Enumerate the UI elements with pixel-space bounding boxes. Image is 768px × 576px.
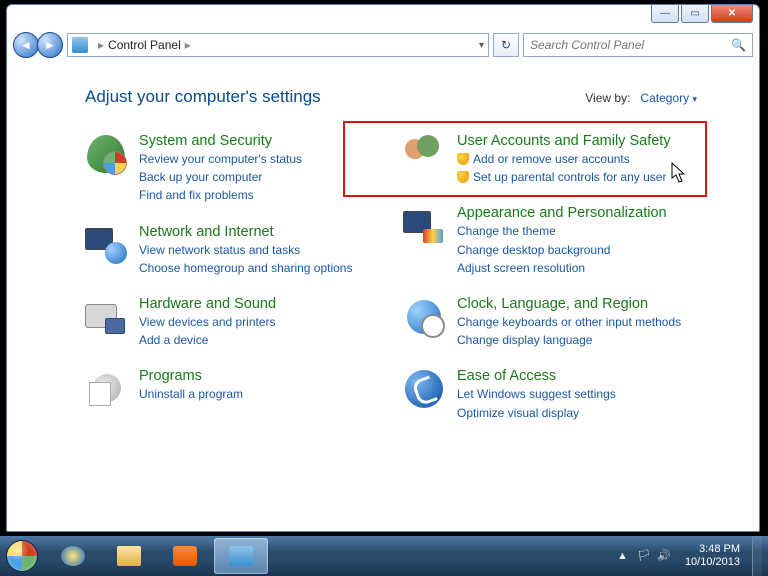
category-hw: Hardware and Sound View devices and print…: [85, 296, 379, 348]
category-sec: System and Security Review your computer'…: [85, 133, 379, 204]
category-link[interactable]: Add a device: [139, 332, 276, 348]
tray-icon[interactable]: ▲: [617, 550, 631, 564]
category-link[interactable]: Let Windows suggest settings: [457, 386, 616, 402]
clk-icon: [403, 296, 445, 338]
start-orb-icon: [6, 540, 38, 572]
category-appr: Appearance and Personalization Change the…: [403, 205, 697, 276]
category-title[interactable]: Ease of Access: [457, 368, 616, 384]
ie-icon: [61, 546, 85, 566]
right-column: User Accounts and Family Safety Add or re…: [403, 133, 697, 421]
clock-date: 10/10/2013: [685, 556, 740, 569]
search-icon: 🔍: [731, 38, 746, 52]
category-link[interactable]: Optimize visual display: [457, 405, 616, 421]
maximize-button[interactable]: ▭: [681, 5, 709, 23]
wmp-icon: [173, 546, 197, 566]
shield-icon: [457, 153, 469, 165]
back-button[interactable]: ◄: [13, 32, 39, 58]
search-box[interactable]: 🔍: [523, 33, 753, 57]
hw-icon: [85, 296, 127, 338]
category-title[interactable]: Appearance and Personalization: [457, 205, 667, 221]
category-link[interactable]: Add or remove user accounts: [457, 151, 671, 167]
taskbar-button-ie[interactable]: [46, 538, 100, 574]
window: — ▭ ✕ ◄ ► ▸ Control Panel ▸ ▾ ↻ 🔍 Adjust…: [6, 4, 760, 532]
close-button[interactable]: ✕: [711, 5, 753, 23]
taskbar-button-exp[interactable]: [102, 538, 156, 574]
breadcrumb-item[interactable]: Control Panel: [108, 38, 181, 52]
category-link[interactable]: Set up parental controls for any user: [457, 169, 671, 185]
category-title[interactable]: Hardware and Sound: [139, 296, 276, 312]
sec-icon: [85, 133, 127, 175]
taskbar-button-wmp[interactable]: [158, 538, 212, 574]
category-link[interactable]: Change display language: [457, 332, 681, 348]
forward-button[interactable]: ►: [37, 32, 63, 58]
control-panel-icon: [72, 37, 88, 53]
breadcrumb-sep: ▸: [185, 38, 191, 52]
taskbar-button-cp[interactable]: [214, 538, 268, 574]
category-link[interactable]: View network status and tasks: [139, 242, 352, 258]
category-prog: Programs Uninstall a program: [85, 368, 379, 410]
tray-icon[interactable]: 🏳: [637, 549, 651, 563]
category-link[interactable]: View devices and printers: [139, 314, 276, 330]
category-title[interactable]: Clock, Language, and Region: [457, 296, 681, 312]
category-link[interactable]: Find and fix problems: [139, 187, 302, 203]
left-column: System and Security Review your computer'…: [85, 133, 379, 421]
category-link[interactable]: Choose homegroup and sharing options: [139, 260, 352, 276]
eoa-icon: [403, 368, 445, 410]
category-title[interactable]: User Accounts and Family Safety: [457, 133, 671, 149]
net-icon: [85, 224, 127, 266]
category-link[interactable]: Change desktop background: [457, 242, 667, 258]
search-input[interactable]: [530, 38, 731, 52]
category-net: Network and Internet View network status …: [85, 224, 379, 276]
category-clk: Clock, Language, and Region Change keyboa…: [403, 296, 697, 348]
system-tray: ▲ 🏳 🔊 3:48 PM 10/10/2013: [617, 536, 768, 576]
category-link[interactable]: Review your computer's status: [139, 151, 302, 167]
breadcrumb-sep: ▸: [98, 38, 104, 52]
clock[interactable]: 3:48 PM 10/10/2013: [685, 543, 744, 568]
cp-icon: [229, 546, 253, 566]
chevron-down-icon: ▾: [692, 94, 697, 104]
shield-icon: [457, 171, 469, 183]
category-link[interactable]: Adjust screen resolution: [457, 260, 667, 276]
nav-row: ◄ ► ▸ Control Panel ▸ ▾ ↻ 🔍: [13, 29, 753, 61]
user-icon: [403, 133, 445, 175]
taskbar: ▲ 🏳 🔊 3:48 PM 10/10/2013: [0, 536, 768, 576]
nav-buttons: ◄ ►: [13, 32, 63, 58]
clock-time: 3:48 PM: [685, 543, 740, 556]
view-by-label: View by:: [585, 91, 630, 105]
category-title[interactable]: Programs: [139, 368, 243, 384]
category-link[interactable]: Change the theme: [457, 223, 667, 239]
refresh-button[interactable]: ↻: [493, 33, 519, 57]
tray-icon[interactable]: 🔊: [657, 549, 671, 563]
prog-icon: [85, 368, 127, 410]
page-heading: Adjust your computer's settings: [85, 87, 321, 107]
category-link[interactable]: Change keyboards or other input methods: [457, 314, 681, 330]
view-by-value: Category: [640, 91, 689, 105]
category-link[interactable]: Back up your computer: [139, 169, 302, 185]
address-bar[interactable]: ▸ Control Panel ▸ ▾: [67, 33, 489, 57]
category-link[interactable]: Uninstall a program: [139, 386, 243, 402]
content-area: Adjust your computer's settings View by:…: [13, 67, 753, 525]
start-button[interactable]: [0, 536, 44, 576]
exp-icon: [117, 546, 141, 566]
category-title[interactable]: Network and Internet: [139, 224, 352, 240]
view-by[interactable]: View by: Category ▾: [585, 91, 697, 105]
show-desktop-button[interactable]: [752, 536, 762, 576]
titlebar-buttons: — ▭ ✕: [651, 5, 753, 23]
category-title[interactable]: System and Security: [139, 133, 302, 149]
appr-icon: [403, 205, 445, 247]
category-eoa: Ease of Access Let Windows suggest settin…: [403, 368, 697, 420]
category-user: User Accounts and Family Safety Add or re…: [403, 133, 697, 185]
minimize-button[interactable]: —: [651, 5, 679, 23]
address-dropdown-icon[interactable]: ▾: [479, 40, 484, 51]
